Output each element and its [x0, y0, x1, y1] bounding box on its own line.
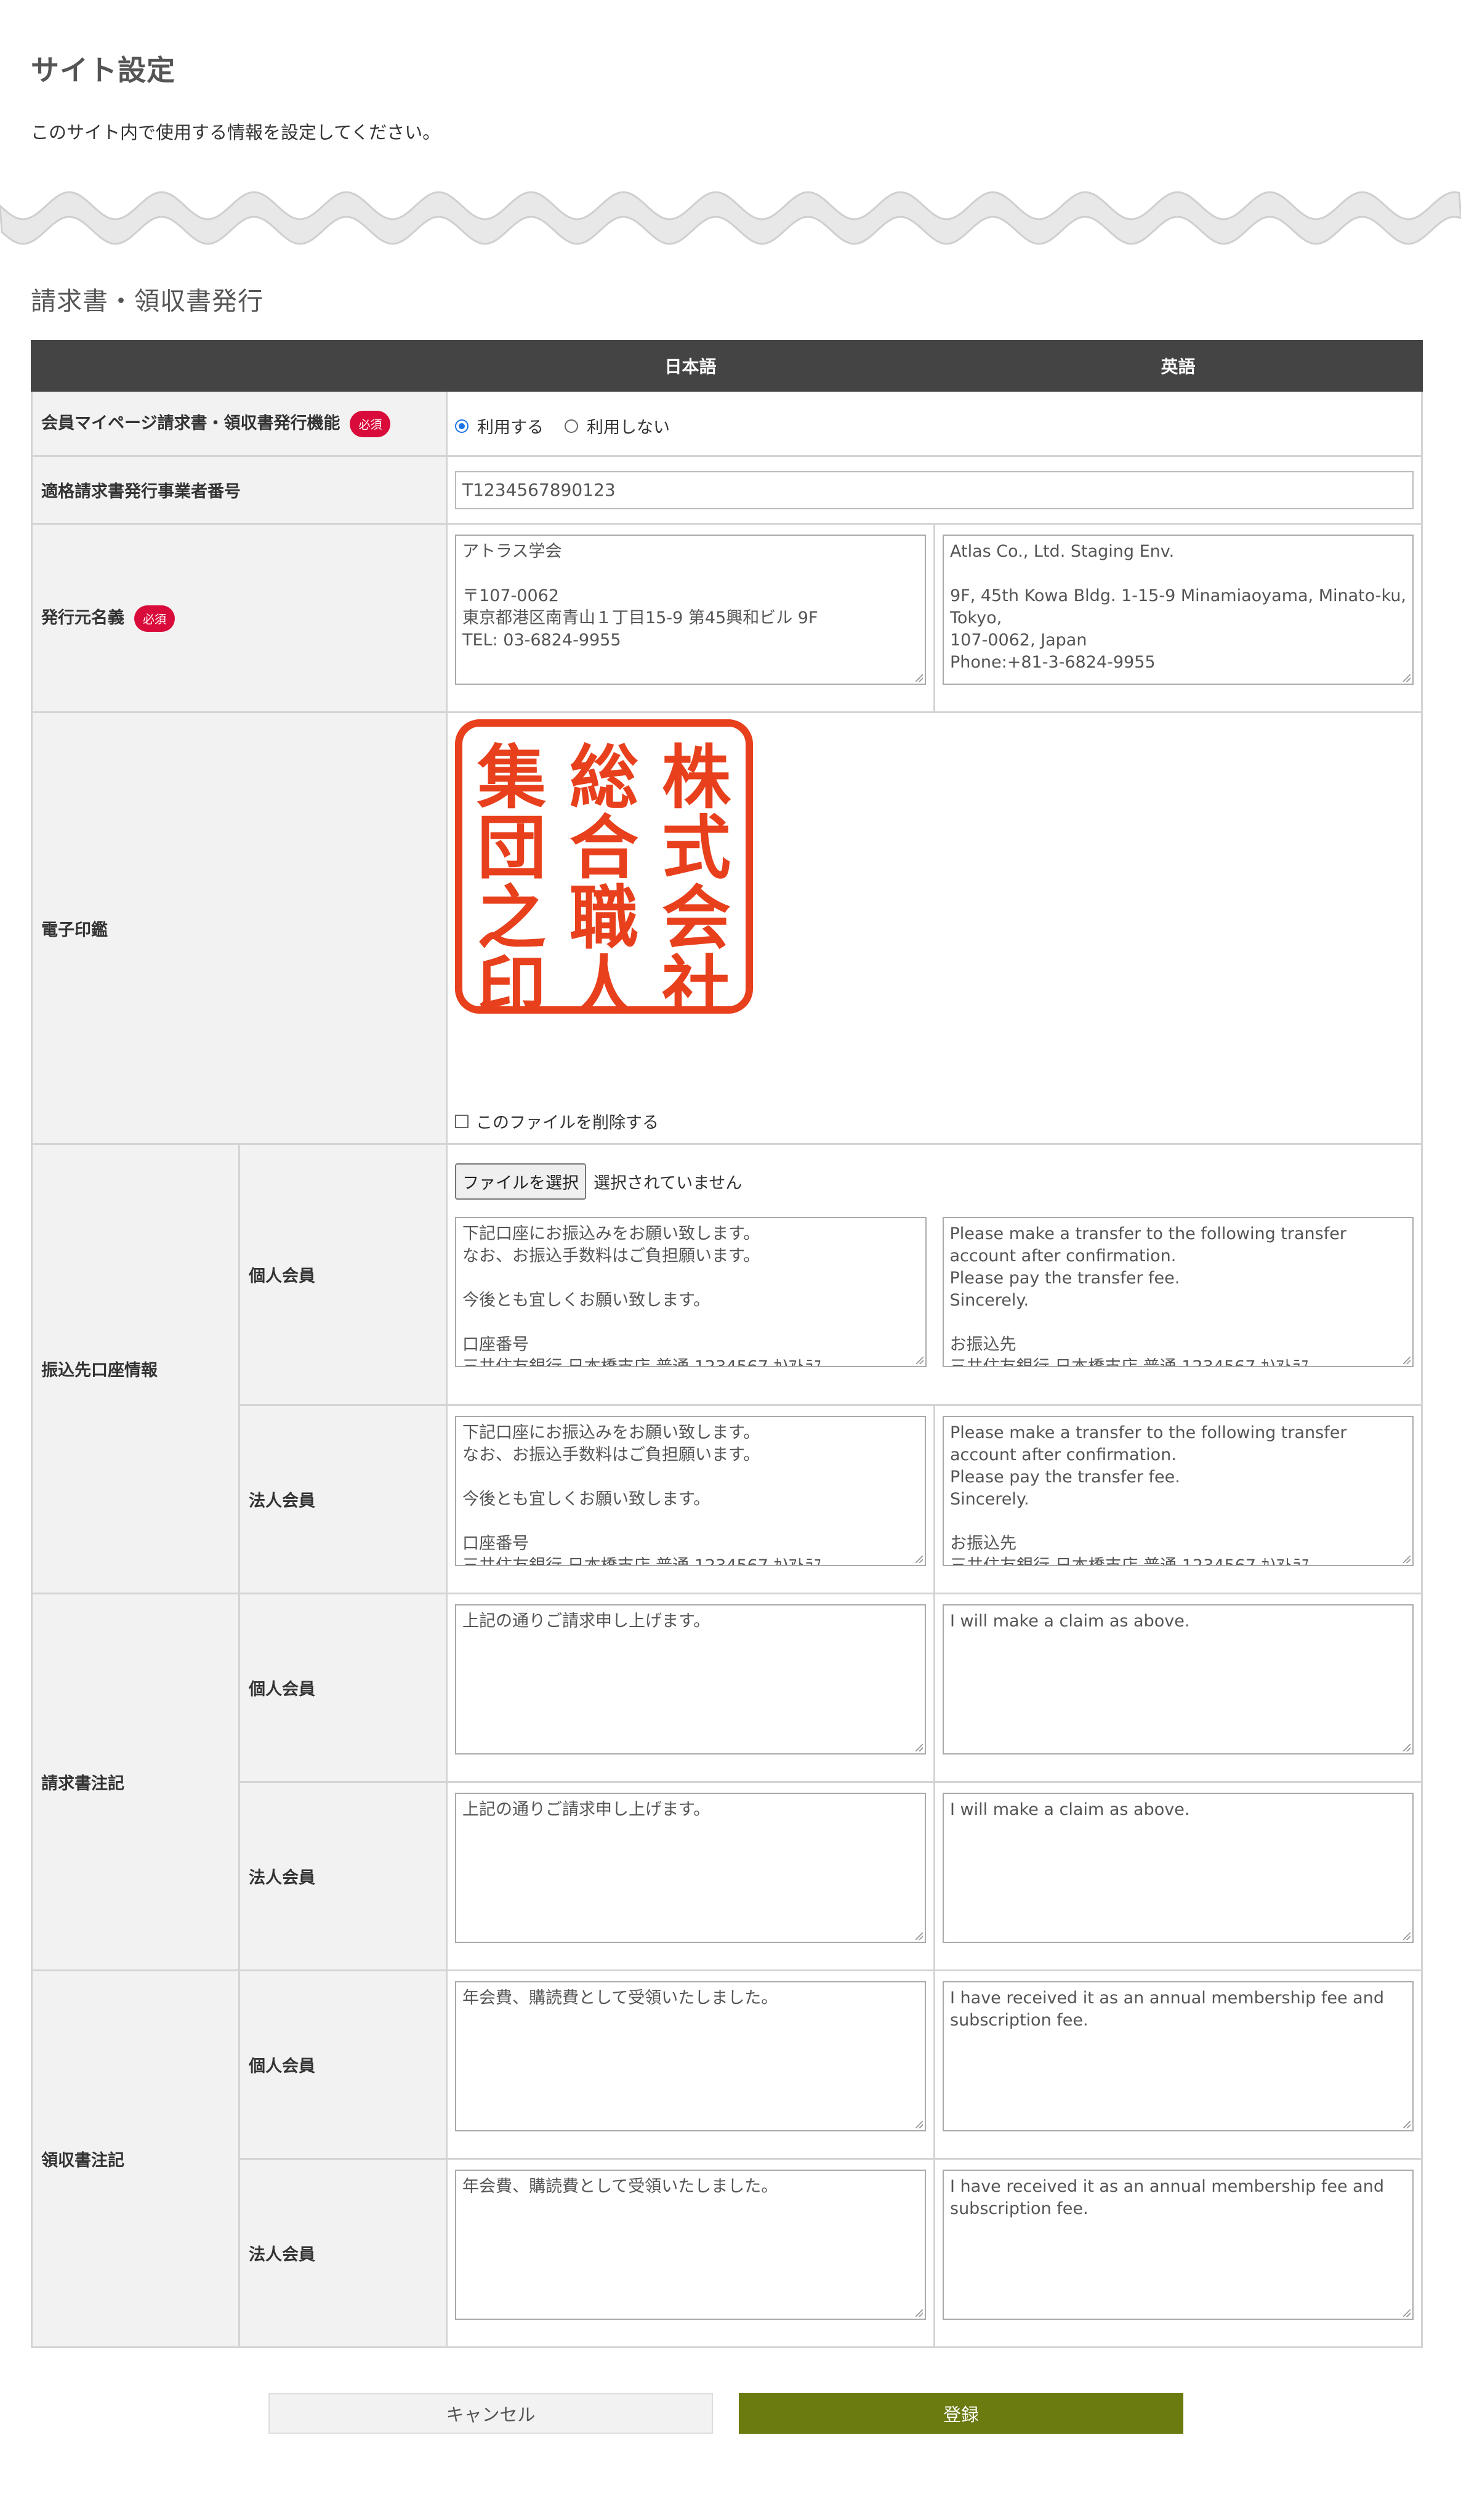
- receipt-individual-en-textarea[interactable]: I have received it as an annual membersh…: [943, 1981, 1414, 2131]
- function-label: 会員マイページ請求書・領収書発行機能: [41, 414, 340, 433]
- seal-char: 社: [662, 948, 731, 1014]
- cancel-button[interactable]: キャンセル: [268, 2393, 713, 2434]
- seal-char: 式: [662, 807, 731, 888]
- receipt-individual-ja-cell: 年会費、購読費として受領いたしました。: [446, 1969, 935, 2160]
- bank-label: 振込先口座情報: [31, 1143, 240, 1594]
- invoice-individual-ja-textarea[interactable]: 上記の通りご請求申し上げます。: [455, 1604, 926, 1755]
- invoice-individual-label: 個人会員: [238, 1593, 448, 1783]
- required-badge: 必須: [134, 605, 175, 632]
- bank-individual-ja-textarea[interactable]: 下記口座にお振込みをお願い致します。 なお、お振込手数料はご負担願います。 今後…: [455, 1217, 927, 1367]
- wave-divider: [0, 191, 1461, 245]
- seal-value-cell: 集総株団合式之職会印人社 このファイルを削除する: [446, 711, 1423, 1145]
- issuer-ja-cell: アトラス学会 〒107-0062 東京都港区南青山１丁目15-9 第45興和ビル…: [446, 523, 935, 713]
- bank-corporate-ja-cell: 下記口座にお振込みをお願い致します。 なお、お振込手数料はご負担願います。 今後…: [446, 1404, 935, 1594]
- page-description: このサイト内で使用する情報を設定してください。: [31, 122, 441, 143]
- seal-char: 株: [662, 737, 731, 818]
- receipt-corporate-ja-cell: 年会費、購読費として受領いたしました。: [446, 2158, 935, 2348]
- seal-row: 電子印鑑 集総株団合式之職会印人社 このファイルを削除する: [31, 711, 1423, 1145]
- bank-individual-cell: ファイルを選択 選択されていません 下記口座にお振込みをお願い致します。 なお、…: [446, 1143, 1423, 1406]
- issuer-row: 発行元名義 必須 アトラス学会 〒107-0062 東京都港区南青山１丁目15-9…: [31, 523, 1423, 713]
- invoice-note-row-corporate: 法人会員 上記の通りご請求申し上げます。 I will make a claim…: [32, 1781, 1423, 1971]
- receipt-individual-en-cell: I have received it as an annual membersh…: [933, 1969, 1423, 2160]
- header-blank: [31, 340, 448, 392]
- invoice-individual-en-cell: I will make a claim as above.: [933, 1593, 1423, 1783]
- issuer-en-textarea[interactable]: Atlas Co., Ltd. Staging Env. 9F, 45th Ko…: [943, 535, 1414, 685]
- header-japanese: 日本語: [446, 340, 935, 392]
- seal-char: 印: [477, 948, 546, 1014]
- seal-char: 団: [477, 807, 546, 888]
- radio-not-use[interactable]: [565, 419, 578, 433]
- delete-file-row: このファイルを削除する: [455, 1109, 659, 1133]
- page-title: サイト設定: [31, 54, 175, 87]
- invoice-corporate-ja-cell: 上記の通りご請求申し上げます。: [446, 1781, 935, 1971]
- receipt-note-row-corporate: 法人会員 年会費、購読費として受領いたしました。 I have received…: [32, 2158, 1423, 2348]
- bank-corporate-label: 法人会員: [238, 1404, 448, 1594]
- radio-use[interactable]: [455, 419, 469, 433]
- receipt-individual-label: 個人会員: [238, 1969, 448, 2160]
- seal-char: 会: [662, 878, 731, 958]
- file-upload-row: ファイルを選択 選択されていません: [455, 1163, 1414, 1200]
- seal-image: 集総株団合式之職会印人社: [455, 719, 753, 1014]
- delete-file-label[interactable]: このファイルを削除する: [476, 1109, 659, 1133]
- bank-row-individual: 振込先口座情報 個人会員 ファイルを選択 選択されていません 下記口座にお振込み…: [31, 1143, 1423, 1594]
- file-status: 選択されていません: [594, 1174, 743, 1193]
- function-row: 会員マイページ請求書・領収書発行機能 必須 利用する 利用しない: [31, 390, 1423, 457]
- header-english: 英語: [933, 340, 1423, 392]
- issuer-label: 発行元名義: [41, 608, 124, 628]
- issuer-ja-textarea[interactable]: アトラス学会 〒107-0062 東京都港区南青山１丁目15-9 第45興和ビル…: [455, 535, 926, 685]
- invoice-corporate-label: 法人会員: [238, 1781, 448, 1971]
- receipt-corporate-ja-textarea[interactable]: 年会費、購読費として受領いたしました。: [455, 2170, 926, 2320]
- receipt-corporate-en-textarea[interactable]: I have received it as an annual membersh…: [943, 2170, 1414, 2320]
- radio-not-use-label[interactable]: 利用しない: [587, 414, 670, 438]
- invoice-corporate-en-textarea[interactable]: I will make a claim as above.: [943, 1793, 1414, 1943]
- bank-row-corporate: 法人会員 下記口座にお振込みをお願い致します。 なお、お振込手数料はご負担願いま…: [32, 1404, 1423, 1594]
- seal-char: 人: [570, 948, 638, 1014]
- bank-individual-label: 個人会員: [238, 1143, 448, 1406]
- receipt-individual-ja-textarea[interactable]: 年会費、購読費として受領いたしました。: [455, 1981, 926, 2131]
- registration-label: 適格請求書発行事業者番号: [31, 455, 448, 525]
- bank-individual-textareas: 下記口座にお振込みをお願い致します。 なお、お振込手数料はご負担願います。 今後…: [455, 1217, 1414, 1367]
- registration-row: 適格請求書発行事業者番号 T1234567890123: [31, 455, 1423, 525]
- function-label-cell: 会員マイページ請求書・領収書発行機能 必須: [31, 390, 448, 457]
- invoice-corporate-ja-textarea[interactable]: 上記の通りご請求申し上げます。: [455, 1793, 926, 1943]
- seal-char: 総: [570, 737, 638, 818]
- seal-char: 之: [477, 878, 546, 958]
- receipt-note-label: 領収書注記: [31, 1969, 240, 2348]
- table-header-row: 日本語 英語: [31, 340, 1423, 392]
- invoice-individual-en-textarea[interactable]: I will make a claim as above.: [943, 1604, 1414, 1755]
- invoice-individual-ja-cell: 上記の通りご請求申し上げます。: [446, 1593, 935, 1783]
- registration-value-cell: T1234567890123: [446, 455, 1423, 525]
- receipt-corporate-en-cell: I have received it as an annual membersh…: [933, 2158, 1423, 2348]
- receipt-note-row-individual: 領収書注記 個人会員 年会費、購読費として受領いたしました。 I have re…: [31, 1969, 1423, 2348]
- seal-char: 職: [570, 878, 638, 958]
- invoice-note-label: 請求書注記: [31, 1593, 240, 1971]
- seal-char: 集: [477, 737, 546, 818]
- issuer-en-cell: Atlas Co., Ltd. Staging Env. 9F, 45th Ko…: [933, 523, 1423, 713]
- bank-corporate-en-textarea[interactable]: Please make a transfer to the following …: [943, 1416, 1414, 1566]
- delete-file-checkbox[interactable]: [455, 1114, 469, 1128]
- receipt-corporate-label: 法人会員: [238, 2158, 448, 2348]
- seal-label: 電子印鑑: [31, 711, 448, 1145]
- seal-char: 合: [570, 807, 638, 888]
- seal-container: 集総株団合式之職会印人社 このファイルを削除する: [455, 719, 1414, 1133]
- function-value-cell: 利用する 利用しない: [446, 390, 1423, 457]
- submit-button[interactable]: 登録: [739, 2393, 1183, 2434]
- bank-individual-en-textarea[interactable]: Please make a transfer to the following …: [942, 1217, 1414, 1367]
- issuer-label-cell: 発行元名義 必須: [31, 523, 448, 713]
- bank-corporate-ja-textarea[interactable]: 下記口座にお振込みをお願い致します。 なお、お振込手数料はご負担願います。 今後…: [455, 1416, 926, 1566]
- section-title: 請求書・領収書発行: [31, 286, 264, 316]
- required-badge: 必須: [350, 411, 391, 437]
- choose-file-button[interactable]: ファイルを選択: [455, 1163, 586, 1200]
- invoice-corporate-en-cell: I will make a claim as above.: [933, 1781, 1423, 1971]
- bank-corporate-en-cell: Please make a transfer to the following …: [933, 1404, 1423, 1594]
- radio-use-label[interactable]: 利用する: [477, 414, 544, 438]
- invoice-note-row-individual: 請求書注記 個人会員 上記の通りご請求申し上げます。 I will make a…: [31, 1593, 1423, 1971]
- settings-table: 日本語 英語 会員マイページ請求書・領収書発行機能 必須 利用する 利用しない 適…: [31, 340, 1423, 2348]
- function-radio-group: 利用する 利用しない: [455, 409, 1414, 438]
- registration-number-input[interactable]: T1234567890123: [455, 470, 1414, 509]
